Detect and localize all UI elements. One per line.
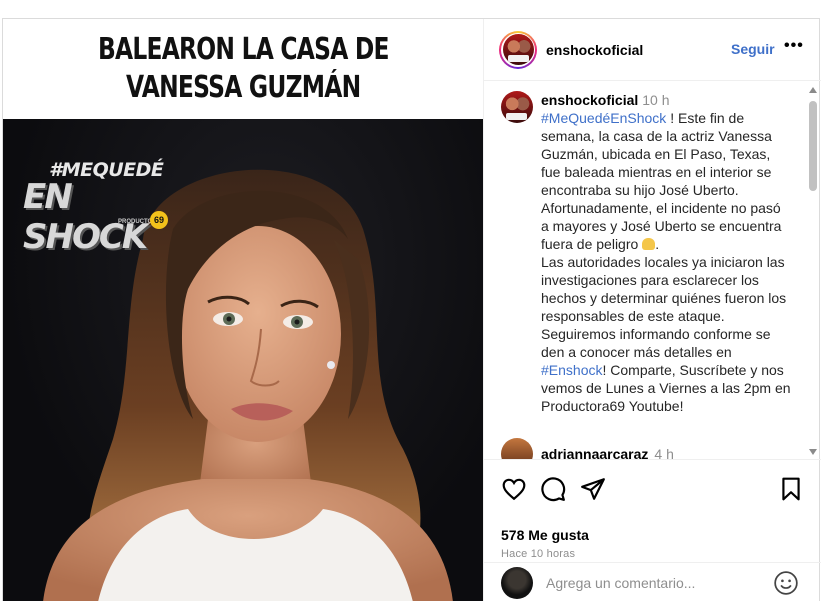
- caption-body-4: Seguiremos informando conforme se den a …: [541, 326, 771, 360]
- commenter-avatar[interactable]: [501, 438, 533, 459]
- image-headline: BALEARON LA CASA DE VANESSA GUZMÁN: [3, 19, 483, 119]
- caption-username[interactable]: enshockoficial: [541, 92, 638, 108]
- comments-list: enshockoficial 10 h #MeQuedéEnShock ! Est…: [484, 81, 821, 459]
- scroll-down-icon[interactable]: [809, 449, 817, 455]
- bookmark-icon[interactable]: [778, 476, 804, 502]
- post-side-panel: enshockoficial Seguir ••• enshockoficial…: [483, 19, 821, 601]
- headline-line-1: BALEARON LA CASA DE: [97, 32, 390, 67]
- portrait-photo: #MEQUEDÉ EN SHOCK PRODUCTORA 69: [3, 119, 483, 601]
- pray-emoji-icon: [642, 238, 656, 250]
- hashtag-link[interactable]: #MeQuedéEnShock: [541, 110, 666, 126]
- post-caption: enshockoficial 10 h #MeQuedéEnShock ! Est…: [501, 91, 801, 415]
- post-dialog: BALEARON LA CASA DE VANESSA GUZMÁN #MEQU…: [2, 18, 821, 601]
- author-avatar[interactable]: [499, 30, 537, 69]
- enshock-logo: #MEQUEDÉ EN SHOCK PRODUCTORA 69: [23, 159, 173, 257]
- caption-body-3: Las autoridades locales ya iniciaron las…: [541, 254, 787, 324]
- post-header: enshockoficial Seguir •••: [484, 19, 821, 81]
- share-icon[interactable]: [580, 476, 606, 502]
- post-timestamp: Hace 10 horas: [501, 548, 576, 560]
- follow-button[interactable]: Seguir: [731, 41, 775, 57]
- hashtag-link[interactable]: #Enshock: [541, 362, 602, 378]
- emoji-icon[interactable]: [773, 570, 799, 596]
- author-username[interactable]: enshockoficial: [546, 42, 643, 58]
- post-actions: 578 Me gusta Hace 10 horas: [484, 459, 821, 560]
- scroll-up-icon[interactable]: [809, 87, 817, 93]
- caption-time: 10 h: [642, 92, 670, 108]
- comment-item: adriannaarcaraz 4 h: [501, 438, 674, 459]
- comment-time: 4 h: [654, 446, 674, 459]
- comment-input[interactable]: [546, 574, 766, 591]
- comments-scrollbar[interactable]: [806, 85, 820, 457]
- avatar-image: [501, 91, 533, 123]
- avatar-image: [502, 34, 534, 65]
- caption-text: enshockoficial 10 h #MeQuedéEnShock ! Est…: [541, 91, 791, 415]
- comment-icon[interactable]: [540, 476, 566, 502]
- add-comment-bar: [484, 562, 821, 601]
- commenter-username[interactable]: adriannaarcaraz: [541, 446, 648, 459]
- more-options-icon[interactable]: •••: [784, 37, 804, 55]
- current-user-avatar: [501, 566, 533, 599]
- headline-line-2: VANESSA GUZMÁN: [125, 70, 361, 105]
- scroll-thumb[interactable]: [809, 101, 817, 191]
- caption-body-1: ! Este fin de semana, la casa de la actr…: [541, 110, 782, 252]
- likes-count[interactable]: 578 Me gusta: [501, 527, 589, 543]
- caption-avatar[interactable]: [501, 91, 533, 123]
- heart-icon[interactable]: [501, 476, 527, 502]
- caption-body-2: .: [655, 236, 660, 252]
- post-image[interactable]: BALEARON LA CASA DE VANESSA GUZMÁN #MEQU…: [3, 19, 483, 601]
